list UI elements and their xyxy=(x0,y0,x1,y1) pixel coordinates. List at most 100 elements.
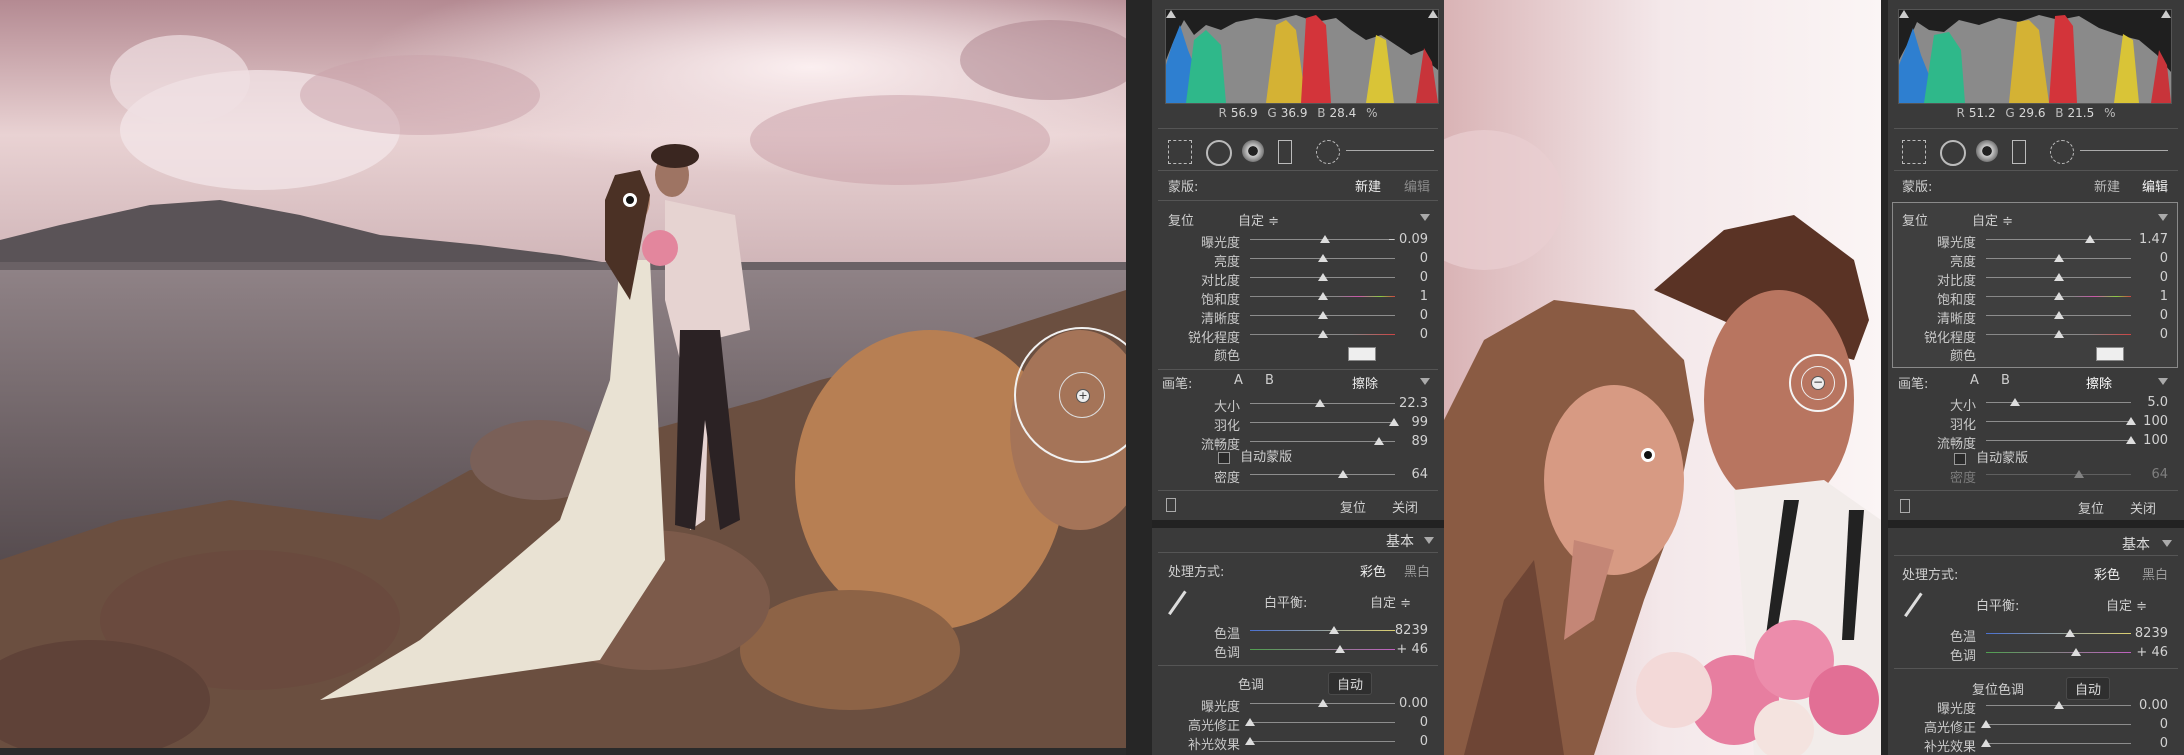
crop-icon[interactable] xyxy=(1168,140,1192,164)
slider-value[interactable]: 0 xyxy=(2120,270,2168,285)
slider-value[interactable]: 22.3 xyxy=(1380,396,1428,411)
basic-collapse-icon[interactable] xyxy=(2162,540,2172,547)
brush-a-button[interactable]: A xyxy=(1234,373,1243,388)
panel-toggle-icon[interactable] xyxy=(1900,499,1910,513)
effect-preset-dropdown[interactable]: 自定 ≑ xyxy=(1972,210,2013,229)
slider-knob[interactable] xyxy=(1317,273,1328,281)
panel-toggle-icon[interactable] xyxy=(1166,498,1176,512)
slider-value[interactable]: – 0.09 xyxy=(1380,232,1428,247)
brush-b-button[interactable]: B xyxy=(1265,373,1274,388)
slider-knob[interactable] xyxy=(1334,645,1345,653)
slider-knob[interactable] xyxy=(2065,629,2076,637)
process-color-button[interactable]: 彩色 xyxy=(2094,564,2120,583)
mask-new-button[interactable]: 新建 xyxy=(1355,176,1381,195)
slider-track[interactable] xyxy=(1986,743,2131,744)
slider-track[interactable] xyxy=(1986,402,2131,403)
wb-preset-dropdown[interactable]: 自定 ≑ xyxy=(2106,595,2147,614)
footer-close-button[interactable]: 关闭 xyxy=(2130,498,2156,517)
tone-auto-button[interactable]: 自动 xyxy=(1328,672,1373,695)
brush-collapse-icon[interactable] xyxy=(1420,378,1430,385)
effect-collapse-icon[interactable] xyxy=(1420,214,1430,221)
slider-knob[interactable] xyxy=(1981,720,1991,728)
auto-mask-checkbox[interactable] xyxy=(1218,451,1230,464)
slider-knob[interactable] xyxy=(1329,626,1340,634)
slider-value[interactable]: + 46 xyxy=(2120,645,2168,660)
pin-marker-right[interactable] xyxy=(1641,448,1655,462)
slider-value[interactable]: 5.0 xyxy=(2120,395,2168,410)
slider-value[interactable]: 0 xyxy=(1380,270,1428,285)
slider-value[interactable]: 1 xyxy=(2120,289,2168,304)
slider-knob[interactable] xyxy=(2053,311,2064,319)
footer-reset-button[interactable]: 复位 xyxy=(1340,497,1366,516)
slider-knob[interactable] xyxy=(2053,701,2064,709)
process-bw-button[interactable]: 黑白 xyxy=(2142,564,2168,583)
adjustment-brush-icon[interactable] xyxy=(1316,140,1340,164)
effect-reset-label[interactable]: 复位 xyxy=(1168,210,1194,229)
slider-track[interactable] xyxy=(1250,474,1395,475)
slider-track[interactable] xyxy=(1250,422,1395,423)
slider-value[interactable]: 0.00 xyxy=(1380,696,1428,711)
brush-b-button[interactable]: B xyxy=(2001,373,2010,388)
graduated-filter-icon[interactable] xyxy=(2012,140,2026,164)
slider-value[interactable]: 0 xyxy=(1380,734,1428,749)
slider-knob[interactable] xyxy=(1317,292,1328,300)
slider-track[interactable] xyxy=(1250,741,1395,742)
slider-value[interactable]: 99 xyxy=(1380,415,1428,430)
process-bw-button[interactable]: 黑白 xyxy=(1404,561,1430,580)
slider-knob[interactable] xyxy=(1245,718,1255,726)
slider-knob[interactable] xyxy=(2053,292,2064,300)
brush-slider[interactable] xyxy=(1346,150,1434,151)
slider-value[interactable]: 8239 xyxy=(1380,623,1428,638)
slider-value[interactable]: 0 xyxy=(1380,308,1428,323)
basic-collapse-icon[interactable] xyxy=(1424,537,1434,544)
effect-preset-dropdown[interactable]: 自定 ≑ xyxy=(1238,210,1279,229)
slider-knob[interactable] xyxy=(1981,739,1991,747)
brush-slider[interactable] xyxy=(2080,150,2168,151)
slider-value[interactable]: 0 xyxy=(1380,327,1428,342)
process-color-button[interactable]: 彩色 xyxy=(1360,561,1386,580)
slider-value[interactable]: 100 xyxy=(2120,433,2168,448)
slider-track[interactable] xyxy=(1986,239,2131,240)
slider-knob[interactable] xyxy=(1317,254,1328,262)
spot-removal-icon[interactable] xyxy=(1206,140,1232,166)
slider-value[interactable]: 0.00 xyxy=(2120,698,2168,713)
graduated-filter-icon[interactable] xyxy=(1278,140,1292,164)
slider-track[interactable] xyxy=(1986,440,2131,441)
slider-value[interactable]: + 46 xyxy=(1380,642,1428,657)
slider-knob[interactable] xyxy=(2085,235,2096,243)
slider-value[interactable]: 100 xyxy=(2120,414,2168,429)
wb-preset-dropdown[interactable]: 自定 ≑ xyxy=(1370,592,1411,611)
effect-reset-label[interactable]: 复位 xyxy=(1902,210,1928,229)
slider-track[interactable] xyxy=(1250,630,1395,631)
slider-knob[interactable] xyxy=(2053,273,2064,281)
slider-track[interactable] xyxy=(1986,421,2131,422)
slider-value[interactable]: 0 xyxy=(2120,308,2168,323)
slider-value[interactable]: 8239 xyxy=(2120,626,2168,641)
slider-knob[interactable] xyxy=(1320,235,1331,243)
color-swatch[interactable] xyxy=(2096,347,2124,361)
slider-track[interactable] xyxy=(1250,722,1395,723)
spot-removal-icon[interactable] xyxy=(1940,140,1966,166)
slider-track[interactable] xyxy=(1986,633,2131,634)
mask-edit-button[interactable]: 编辑 xyxy=(2142,176,2168,195)
brush-erase-button[interactable]: 擦除 xyxy=(1352,373,1378,392)
slider-value[interactable]: 0 xyxy=(2120,251,2168,266)
footer-reset-button[interactable]: 复位 xyxy=(2078,498,2104,517)
slider-value[interactable]: 1 xyxy=(1380,289,1428,304)
adjustment-brush-icon[interactable] xyxy=(2050,140,2074,164)
brush-collapse-icon[interactable] xyxy=(2158,378,2168,385)
slider-track[interactable] xyxy=(1986,474,2131,475)
mask-edit-button[interactable]: 编辑 xyxy=(1404,176,1430,195)
slider-knob[interactable] xyxy=(1314,399,1325,407)
footer-close-button[interactable]: 关闭 xyxy=(1392,497,1418,516)
slider-value[interactable]: 0 xyxy=(2120,717,2168,732)
pin-marker-left[interactable] xyxy=(623,193,637,207)
slider-track[interactable] xyxy=(1986,724,2131,725)
red-eye-icon[interactable] xyxy=(1976,140,1998,162)
auto-mask-checkbox[interactable] xyxy=(1954,452,1966,465)
slider-value[interactable]: 0 xyxy=(1380,715,1428,730)
slider-value[interactable]: 89 xyxy=(1380,434,1428,449)
slider-value[interactable]: 0 xyxy=(1380,251,1428,266)
mask-new-button[interactable]: 新建 xyxy=(2094,176,2120,195)
slider-value[interactable]: 64 xyxy=(2120,467,2168,482)
